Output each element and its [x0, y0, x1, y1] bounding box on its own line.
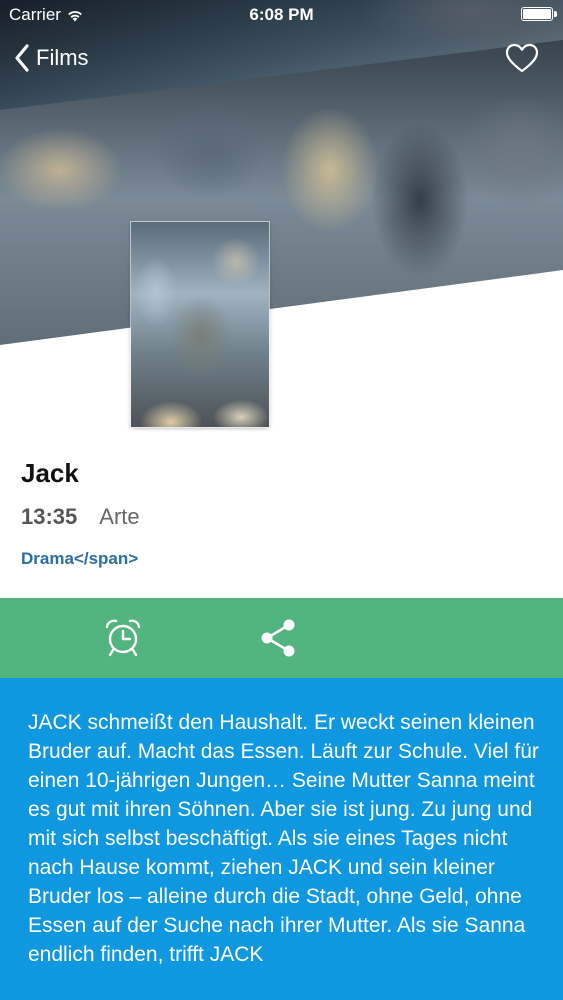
status-time: 6:08 PM — [249, 5, 314, 24]
battery-icon — [521, 7, 557, 21]
share-icon — [261, 619, 295, 657]
share-button[interactable] — [254, 614, 302, 662]
film-detail-screen: Carrier 6:08 PM Films Jack 13:35 Arte Dr… — [0, 0, 563, 1000]
film-title: Jack — [21, 458, 79, 488]
chevron-left-icon — [15, 44, 29, 72]
alarm-clock-icon — [105, 619, 141, 657]
genre-link[interactable]: Drama</span> — [21, 549, 138, 569]
heart-icon[interactable] — [505, 43, 539, 73]
back-button-label: Films — [36, 45, 89, 70]
film-meta: 13:35 Arte — [21, 504, 140, 530]
status-bar: Carrier 6:08 PM — [0, 0, 563, 30]
broadcast-channel: Arte — [99, 504, 140, 529]
film-description: JACK schmeißt den Haushalt. Er weckt sei… — [28, 711, 539, 966]
reminder-button[interactable] — [99, 614, 147, 662]
broadcast-time: 13:35 — [21, 504, 78, 529]
film-poster-image — [131, 222, 269, 427]
back-button[interactable]: Films — [14, 40, 89, 76]
description-panel: JACK schmeißt den Haushalt. Er weckt sei… — [0, 678, 563, 1000]
action-bar — [0, 598, 563, 678]
